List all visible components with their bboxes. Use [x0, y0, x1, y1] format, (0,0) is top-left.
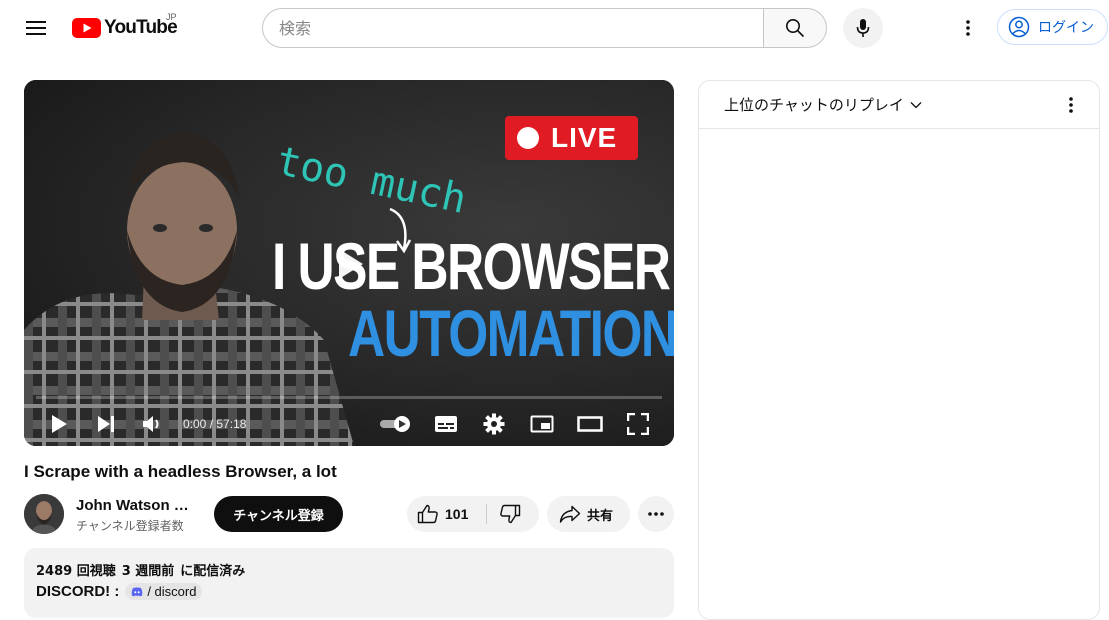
play-icon: [52, 415, 67, 433]
search-button[interactable]: [763, 8, 827, 48]
gear-icon: [483, 413, 505, 435]
miniplayer-button[interactable]: [524, 408, 560, 440]
time-display: 0:00 / 57:18: [183, 417, 247, 431]
description-meta: 2489 回視聴 3 週間前 に配信済み: [36, 560, 662, 579]
chat-replay-panel: 上位のチャットのリプレイ: [698, 80, 1100, 620]
thumbs-up-icon: [417, 504, 438, 524]
description-box[interactable]: 2489 回視聴 3 週間前 に配信済み DISCORD! : / discord: [24, 548, 674, 618]
share-button[interactable]: 共有: [547, 496, 630, 532]
hamburger-icon: [26, 21, 46, 35]
like-dislike-group: 101: [407, 496, 539, 532]
discord-icon: [131, 587, 143, 596]
discord-link-label: / discord: [147, 584, 197, 599]
share-icon: [559, 505, 581, 523]
volume-icon: [143, 416, 159, 432]
description-text: DISCORD! :: [36, 583, 120, 600]
settings-button[interactable]: [476, 408, 512, 440]
thumbnail-title-line2: AUTOMATION: [348, 296, 674, 370]
subscribe-button[interactable]: チャンネル登録: [214, 496, 343, 532]
chat-header: 上位のチャットのリプレイ: [699, 81, 1099, 129]
chat-mode-dropdown[interactable]: 上位のチャットのリプレイ: [724, 94, 904, 115]
discord-link[interactable]: / discord: [125, 583, 203, 600]
skip-next-icon: [98, 416, 114, 432]
search-input[interactable]: [279, 18, 739, 38]
account-icon: [1008, 16, 1030, 38]
login-label: ログイン: [1038, 20, 1094, 36]
channel-name[interactable]: John Watson Rooney: [76, 497, 191, 514]
theater-mode-button[interactable]: [572, 408, 608, 440]
video-owner-row: John Watson Rooney チャンネル登録者数 チャンネル登録 101…: [24, 494, 674, 534]
menu-button[interactable]: [18, 10, 54, 46]
publish-date: 3 週間前: [121, 564, 175, 579]
more-vert-icon: [1069, 97, 1073, 113]
thumbnail-title-line1: I USE BROWSER: [272, 229, 671, 303]
avatar-photo: [24, 494, 64, 534]
fullscreen-button[interactable]: [620, 408, 656, 440]
live-dot: [517, 127, 539, 149]
login-button[interactable]: ログイン: [997, 9, 1108, 45]
autoplay-toggle-icon: [380, 416, 410, 432]
search-icon: [786, 19, 805, 38]
channel-avatar[interactable]: [24, 494, 64, 534]
country-code: JP: [166, 12, 177, 22]
chat-more-button[interactable]: [1055, 89, 1087, 121]
youtube-play-icon: [72, 18, 101, 38]
mute-button[interactable]: [135, 408, 171, 440]
progress-bar[interactable]: [36, 396, 662, 399]
view-count: 2489 回視聴: [36, 564, 116, 579]
youtube-logo[interactable]: YouTube: [72, 16, 178, 40]
masthead: YouTube JP ログイン: [0, 0, 1109, 56]
subtitles-icon: [435, 416, 457, 432]
play-button[interactable]: [41, 408, 77, 440]
like-count: 101: [445, 506, 469, 522]
more-vert-icon: [966, 20, 970, 36]
thumbs-down-icon: [500, 504, 521, 524]
voice-search-button[interactable]: [843, 8, 883, 48]
settings-more-button[interactable]: [952, 12, 984, 44]
more-horiz-icon: [648, 512, 664, 516]
dislike-button[interactable]: [487, 496, 539, 532]
autoplay-toggle[interactable]: [376, 408, 416, 440]
player-controls: 0:00 / 57:18: [24, 402, 674, 446]
subtitles-button[interactable]: [428, 408, 464, 440]
live-badge: LIVE: [505, 116, 638, 160]
search-box[interactable]: [262, 8, 764, 48]
video-player[interactable]: LIVE too much I USE BROWSER AUTOMATION 0…: [24, 80, 674, 446]
share-label: 共有: [587, 508, 614, 524]
fullscreen-icon: [627, 413, 649, 435]
video-title: I Scrape with a headless Browser, a lot: [24, 462, 337, 481]
publish-status: に配信済み: [180, 564, 246, 579]
theater-icon: [577, 416, 603, 432]
center-play-icon[interactable]: [333, 245, 367, 283]
miniplayer-icon: [530, 415, 554, 433]
subscriber-count: チャンネル登録者数: [76, 519, 184, 533]
chevron-down-icon[interactable]: [910, 101, 922, 109]
more-actions-button[interactable]: [638, 496, 674, 532]
description-first-line: DISCORD! : / discord: [36, 583, 662, 600]
next-button[interactable]: [88, 408, 124, 440]
microphone-icon: [856, 19, 870, 37]
live-badge-text: LIVE: [551, 122, 618, 153]
like-button[interactable]: 101: [407, 496, 487, 532]
